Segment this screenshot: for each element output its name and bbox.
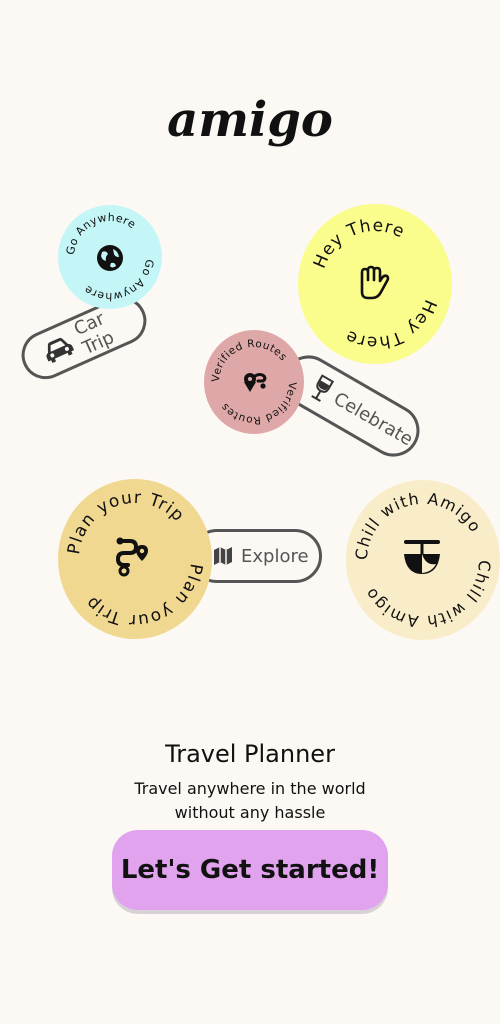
car-icon: [46, 337, 75, 363]
explore-label: Explore: [241, 545, 309, 567]
intro-subtitle-line2: without any hassle: [174, 803, 326, 822]
map-icon: [214, 547, 232, 565]
intro-subtitle: Travel anywhere in the world without any…: [0, 777, 500, 825]
wine-glass-icon: [311, 374, 335, 402]
chill-with-amigo-badge[interactable]: Chill with Amigo Chill with Amigo: [339, 474, 500, 646]
verified-routes-badge[interactable]: Verified Routes Verified Routes: [201, 327, 308, 437]
go-anywhere-badge[interactable]: Go Anywhere Go Anywhere: [54, 198, 166, 315]
hey-there-badge[interactable]: Hey There Hey There: [298, 201, 452, 367]
get-started-button[interactable]: Let's Get started!: [112, 830, 388, 910]
app-logo: amigo: [167, 92, 333, 148]
celebrate-label: Celebrate: [330, 387, 417, 450]
intro-subtitle-line1: Travel anywhere in the world: [134, 779, 366, 798]
intro-title: Travel Planner: [165, 740, 335, 768]
plan-your-trip-badge[interactable]: Plan your Trip Plan your Trip: [51, 471, 219, 647]
globe-icon: [97, 245, 123, 271]
